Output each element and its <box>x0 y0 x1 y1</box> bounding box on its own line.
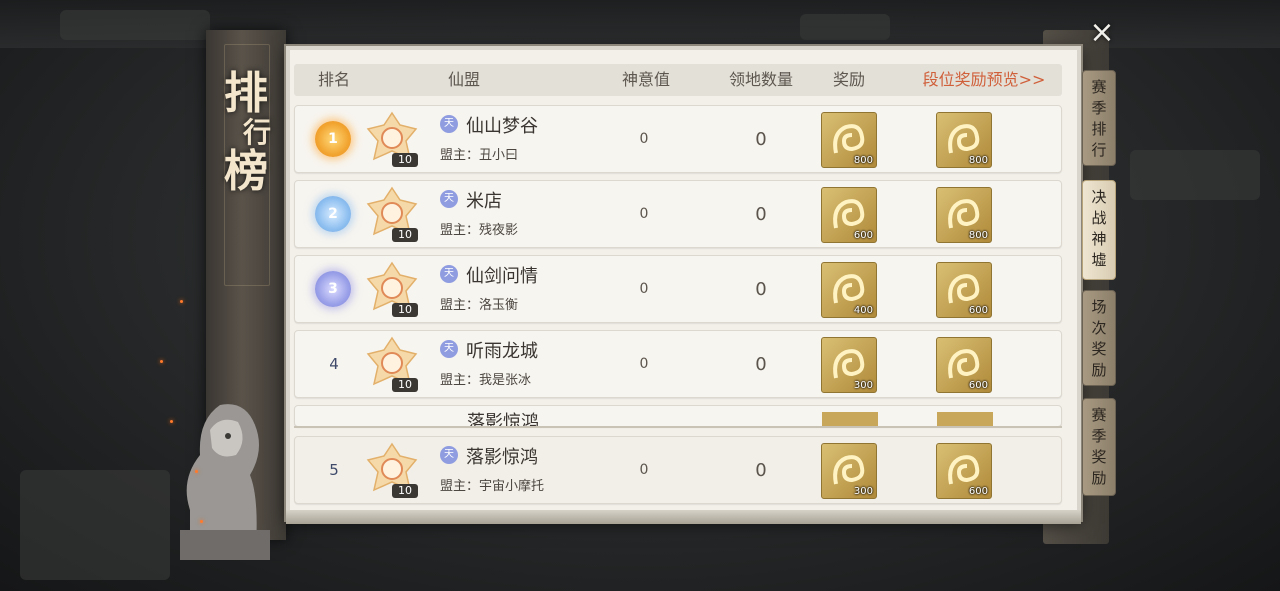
reward-count: 400 <box>853 305 873 316</box>
reward-count: 600 <box>968 305 988 316</box>
header-guild: 仙盟 <box>447 70 480 89</box>
reward-count: 800 <box>968 155 988 166</box>
guild-name: 仙山梦谷 <box>466 116 538 137</box>
tab-season-rewards[interactable]: 赛季奖励 <box>1082 398 1116 496</box>
banner-title-char: 行 <box>242 116 271 149</box>
golden-dragon-token-icon[interactable]: 800 <box>936 187 992 243</box>
golden-dragon-token-icon[interactable]: 600 <box>936 443 992 499</box>
guild-name: 听雨龙城 <box>466 341 538 362</box>
ember-particle <box>160 360 163 363</box>
shenyi-value: 0 <box>639 356 649 372</box>
tab-decisive-battle[interactable]: 决战神墟 <box>1082 180 1116 280</box>
rank-number: 4 <box>329 355 339 373</box>
header-shenyi: 神意值 <box>621 70 670 89</box>
my-row-divider <box>294 426 1062 428</box>
tab-label: 赛季排行 <box>1091 78 1107 159</box>
golden-dragon-token-icon <box>937 412 993 426</box>
silver-medal-icon: 2 <box>315 196 351 232</box>
ember-particle <box>170 420 173 423</box>
shenyi-value: 0 <box>639 462 649 478</box>
reward-count: 600 <box>968 380 988 391</box>
guild-name: 落影惊鸿 <box>467 412 539 427</box>
header-rank: 排名 <box>317 70 350 89</box>
golden-dragon-token-icon[interactable]: 400 <box>821 262 877 318</box>
banner-title: 排 行 榜 <box>206 70 286 196</box>
tab-label: 场次奖励 <box>1091 298 1107 379</box>
guild-leader: 盟主：我是张冰 <box>440 373 532 388</box>
guild-leader: 盟主：残夜影 <box>440 223 519 238</box>
reward-count: 800 <box>853 155 873 166</box>
background-blur-block <box>1130 150 1260 200</box>
territory-count: 0 <box>755 354 767 375</box>
territory-count: 0 <box>755 460 767 481</box>
banner-title-char: 排 <box>224 68 268 119</box>
golden-dragon-token-icon[interactable]: 600 <box>936 337 992 393</box>
golden-dragon-token-icon[interactable]: 600 <box>821 187 877 243</box>
ember-particle <box>195 470 198 473</box>
stone-lion-statue-icon <box>180 404 270 560</box>
guild-tag-icon: 天 <box>440 115 458 133</box>
guild-tag-icon: 天 <box>440 190 458 208</box>
background-blur-block <box>20 470 170 580</box>
guild-name: 米店 <box>466 191 502 212</box>
shenyi-value: 0 <box>639 131 649 147</box>
golden-dragon-token-icon[interactable]: 300 <box>821 443 877 499</box>
reward-count: 600 <box>968 486 988 497</box>
background-blur-block <box>60 10 210 40</box>
territory-count: 0 <box>755 129 767 150</box>
guild-level-badge: 10 <box>392 378 418 392</box>
golden-dragon-token-icon[interactable]: 800 <box>821 112 877 168</box>
golden-dragon-token-icon[interactable]: 800 <box>936 112 992 168</box>
guild-level-badge: 10 <box>392 228 418 242</box>
header-reward: 奖励 <box>832 70 865 89</box>
guild-leader: 盟主：宇宙小摩托 <box>440 479 545 494</box>
background-blur-block <box>800 14 890 40</box>
reward-count: 300 <box>853 380 873 391</box>
table-row-partial[interactable]: 落影惊鸿 <box>294 405 1062 427</box>
reward-preview-link[interactable]: 段位奖励预览>> <box>910 64 1058 96</box>
tab-match-rewards[interactable]: 场次奖励 <box>1082 290 1116 386</box>
golden-dragon-token-icon <box>822 412 878 426</box>
ember-particle <box>180 300 183 303</box>
guild-tag-icon: 天 <box>440 446 458 464</box>
shenyi-value: 0 <box>639 206 649 222</box>
gold-medal-icon: 1 <box>315 121 351 157</box>
guild-tag-icon: 天 <box>440 265 458 283</box>
guild-level-badge: 10 <box>392 303 418 317</box>
reward-count: 300 <box>853 486 873 497</box>
header-territory: 领地数量 <box>728 70 793 89</box>
panel-bottom-edge <box>286 510 1081 524</box>
guild-tag-icon: 天 <box>440 340 458 358</box>
guild-leader: 盟主：洛玉衡 <box>440 298 519 313</box>
guild-level-badge: 10 <box>392 153 418 167</box>
territory-count: 0 <box>755 204 767 225</box>
tab-label: 决战神墟 <box>1091 188 1107 269</box>
banner-title-char: 榜 <box>224 146 268 197</box>
reward-count: 600 <box>853 230 873 241</box>
rank-number: 5 <box>329 461 339 479</box>
territory-count: 0 <box>755 279 767 300</box>
ember-particle <box>200 520 203 523</box>
golden-dragon-token-icon[interactable]: 300 <box>821 337 877 393</box>
close-icon[interactable]: × <box>1086 18 1118 50</box>
guild-level-badge: 10 <box>392 484 418 498</box>
shenyi-value: 0 <box>639 281 649 297</box>
tab-season-ranking[interactable]: 赛季排行 <box>1082 70 1116 166</box>
golden-dragon-token-icon[interactable]: 600 <box>936 262 992 318</box>
guild-leader: 盟主：丑小曰 <box>440 148 519 163</box>
guild-name: 落影惊鸿 <box>466 447 538 468</box>
reward-count: 800 <box>968 230 988 241</box>
bronze-medal-icon: 3 <box>315 271 351 307</box>
tab-label: 赛季奖励 <box>1091 406 1107 487</box>
guild-name: 仙剑问情 <box>466 266 538 287</box>
